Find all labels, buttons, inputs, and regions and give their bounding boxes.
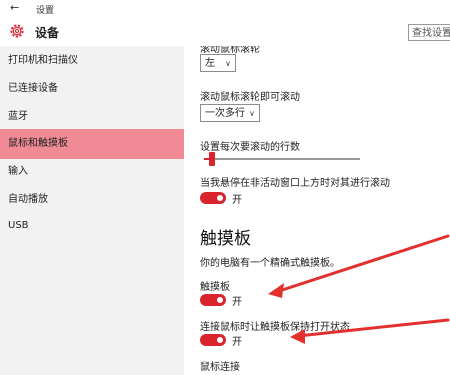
main-content: 滚动鼠标滚轮 左 ∨ 滚动鼠标滚轮即可滚动 一次多行 ∨ 设置每次要滚动的行数 … [184, 46, 450, 375]
chevron-down-icon: ∨ [249, 109, 255, 118]
search-input[interactable]: 查找设置 [408, 24, 450, 41]
wheel-scroll-label: 滚动鼠标滚轮即可滚动 [200, 92, 300, 103]
roll-direction-value: 左 [205, 58, 215, 69]
toggle-knob [217, 297, 223, 303]
touchpad-toggle[interactable] [200, 294, 226, 306]
toggle-knob [217, 195, 223, 201]
touchpad-description: 你的电脑有一个精确式触摸板。 [200, 258, 340, 269]
touchpad-state: 开 [232, 297, 242, 308]
gear-icon [10, 24, 24, 38]
page-title: 设备 [35, 26, 60, 40]
sidebar-item-mouse-touchpad[interactable]: 鼠标和触摸板 [0, 129, 184, 159]
back-button[interactable]: ← [10, 1, 19, 14]
mouse-connect-toggle[interactable] [200, 334, 226, 346]
wheel-scroll-dropdown[interactable]: 一次多行 ∨ [200, 104, 260, 122]
sidebar-item-typing[interactable]: 输入 [0, 157, 184, 187]
sidebar-item-connected-devices[interactable]: 已连接设备 [0, 74, 184, 104]
scroll-lines-slider-thumb[interactable] [209, 152, 215, 166]
cut-off-bottom-label: 鼠标连接 [200, 362, 240, 373]
sidebar-item-bluetooth[interactable]: 蓝牙 [0, 102, 184, 132]
toggle-knob [217, 337, 223, 343]
scroll-lines-slider-track[interactable] [204, 158, 360, 160]
chevron-down-icon: ∨ [225, 59, 231, 68]
sidebar-item-printers[interactable]: 打印机和扫描仪 [0, 46, 184, 76]
inactive-scroll-label: 当我悬停在非活动窗口上方时对其进行滚动 [200, 178, 390, 189]
title-bar: ← 设置 [0, 0, 450, 18]
sidebar-item-usb[interactable]: USB [0, 211, 184, 241]
sidebar: 打印机和扫描仪 已连接设备 蓝牙 鼠标和触摸板 输入 自动播放 USB [0, 46, 184, 375]
touchpad-toggle-label: 触摸板 [200, 282, 230, 293]
mouse-connect-label: 连接鼠标时让触摸板保持打开状态 [200, 322, 350, 333]
window-title: 设置 [36, 6, 55, 16]
mouse-connect-state: 开 [232, 337, 242, 348]
wheel-scroll-value: 一次多行 [205, 108, 245, 119]
roll-direction-dropdown[interactable]: 左 ∨ [200, 54, 236, 72]
inactive-scroll-state: 开 [232, 195, 242, 206]
scroll-lines-label: 设置每次要滚动的行数 [200, 142, 300, 153]
page-header: 设备 查找设置 [0, 18, 450, 46]
touchpad-heading: 触摸板 [200, 229, 251, 249]
inactive-scroll-toggle[interactable] [200, 192, 226, 204]
